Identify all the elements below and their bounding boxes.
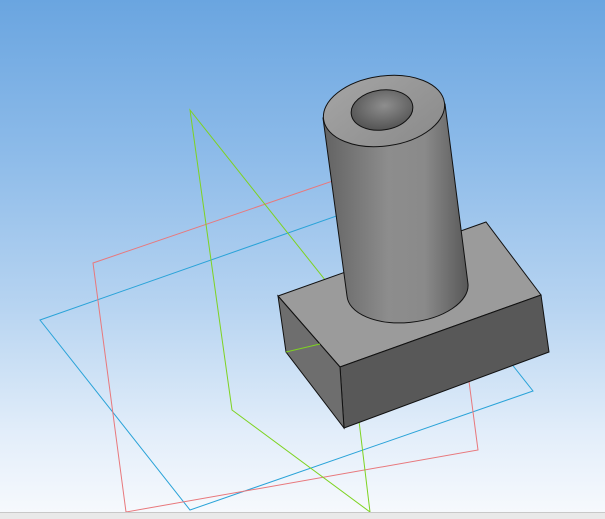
- scene-canvas: [39, 74, 550, 512]
- status-bar: [0, 512, 605, 519]
- 3d-viewport[interactable]: [0, 0, 605, 512]
